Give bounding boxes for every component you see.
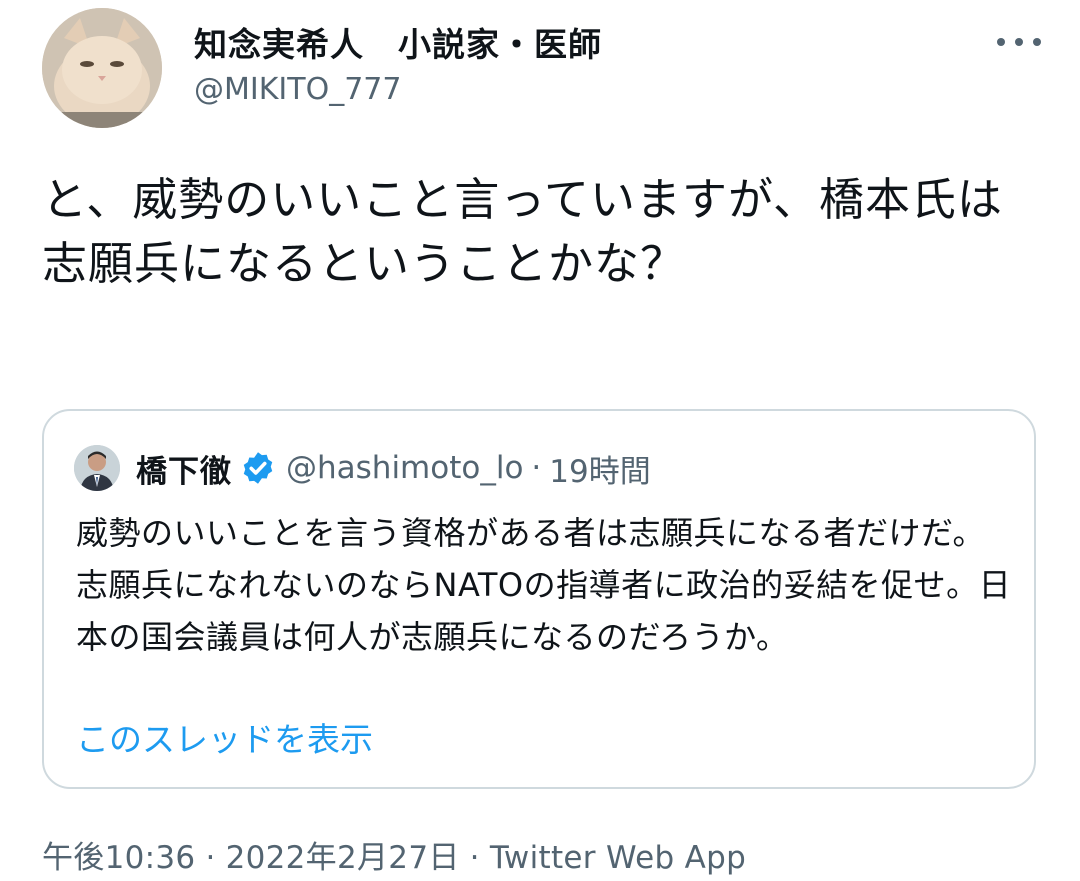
quoted-tweet-card[interactable]: 橋下徹 @hashimoto_lo · 19時間 威勢のいいことを言う資格がある… [42, 409, 1036, 789]
quoted-author-handle[interactable]: @hashimoto_lo [286, 450, 523, 486]
quoted-time[interactable]: 19時間 [549, 446, 650, 491]
author-display-name[interactable]: 知念実希人 小説家・医師 [194, 18, 602, 66]
author-handle[interactable]: @MIKITO_777 [194, 72, 401, 107]
quoted-author-name[interactable]: 橋下徹 [136, 446, 232, 491]
tweet-source[interactable]: Twitter Web App [490, 840, 746, 876]
author-avatar[interactable] [42, 8, 162, 128]
show-thread-link[interactable]: このスレッドを表示 [76, 713, 373, 761]
tweet-text: と、威勢のいいこと言っていますが、橋本氏は志願兵になるということかな？ [42, 173, 1004, 290]
verified-badge-icon [240, 450, 276, 486]
more-dot-icon [1015, 38, 1023, 46]
more-options-icon[interactable] [997, 22, 1041, 62]
quoted-header: 橋下徹 @hashimoto_lo · 19時間 [136, 443, 651, 493]
meta-separator: · [469, 840, 480, 876]
quoted-author-avatar[interactable] [74, 445, 120, 491]
more-dot-icon [1033, 38, 1041, 46]
quoted-separator: · [531, 450, 542, 486]
tweet-metadata: 午後10:36 · 2022年2月27日 · Twitter Web App [42, 832, 746, 877]
person-avatar-image [74, 445, 120, 491]
tweet-time[interactable]: 午後10:36 [42, 840, 195, 876]
cat-avatar-image [42, 8, 162, 128]
more-dot-icon [997, 38, 1005, 46]
meta-separator: · [205, 840, 216, 876]
tweet-date[interactable]: 2022年2月27日 [226, 840, 460, 876]
quoted-tweet-text: 威勢のいいことを言う資格がある者は志願兵になる者だけだ。志願兵になれないのならN… [76, 514, 1012, 656]
